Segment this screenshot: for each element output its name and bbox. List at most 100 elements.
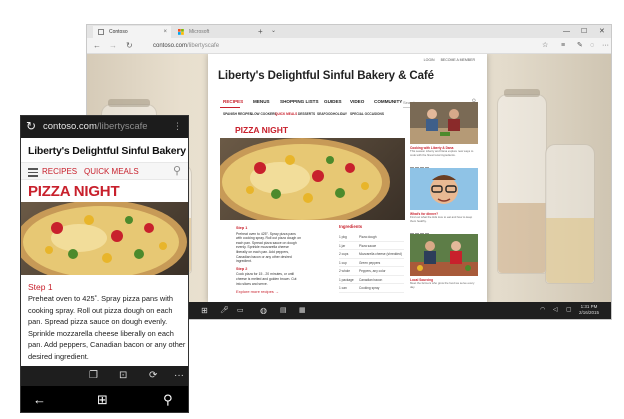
sidebar-card-kids[interactable] <box>410 168 478 211</box>
share-icon[interactable]: ◌ <box>590 38 594 54</box>
login-link[interactable]: LOGIN <box>424 58 435 62</box>
site-title[interactable]: Liberty's Delightful Sinful Bakery & Caf… <box>28 145 188 157</box>
share-icons <box>410 224 478 238</box>
minimize-button[interactable]: — <box>563 25 570 38</box>
ingredients-title: Ingredients <box>339 224 363 229</box>
subnav-slow-cookers[interactable]: SLOW COOKERS <box>250 112 277 116</box>
subnav-spanish[interactable]: SPANISH RECIPES <box>223 112 252 116</box>
ingredient-row: 1 pkg Pizza dough <box>339 233 404 242</box>
site-title[interactable]: Liberty's Delightful Sinful Bakery & Caf… <box>218 70 434 82</box>
web-note-icon[interactable]: ✎ <box>577 38 583 54</box>
explore-more-link[interactable]: Explore more recipes → <box>236 289 279 294</box>
back-icon[interactable]: ← <box>93 38 101 54</box>
maximize-button[interactable]: ☐ <box>581 25 587 38</box>
phone-nav-bar: ← ⊞ ⚲ <box>21 386 188 412</box>
reading-view-icon[interactable]: ⊡ <box>119 366 127 386</box>
hub-icon[interactable]: ≡ <box>561 38 565 54</box>
pizza-photo <box>21 202 188 275</box>
become-member-link[interactable]: BECOME A MEMBER <box>441 58 475 62</box>
new-tab-button[interactable]: + <box>258 25 263 38</box>
step1-title: Step 1 <box>236 226 248 230</box>
ingredient-row: 2 whole Peppers, any color <box>339 267 404 276</box>
sidebar-text: Meet the farmers who grow the food we se… <box>410 281 475 289</box>
nav-guides[interactable]: GUIDES <box>324 99 342 104</box>
phone-url-field[interactable]: contoso.com/libertyscafe <box>43 121 148 132</box>
subnav-special[interactable]: SPECIAL OCCASIONS <box>350 112 384 116</box>
subnav-seafood[interactable]: SEAFOOD <box>317 112 333 116</box>
ingredient-row: 1 jar Pizza sauce <box>339 242 404 250</box>
search-icon[interactable]: ⚲ <box>163 386 173 412</box>
pizza-photo <box>220 138 405 220</box>
nav-recipes[interactable]: RECIPES <box>223 99 243 104</box>
subnav-holiday[interactable]: HOLIDAY <box>333 112 347 116</box>
glass-jar-image <box>497 89 547 274</box>
subnav-desserts[interactable]: DESSERTS <box>298 112 315 116</box>
step1-title: Step 1 <box>28 282 53 292</box>
back-icon[interactable]: ← <box>33 386 46 412</box>
recipe-heading: PIZZA NIGHT <box>235 125 289 135</box>
more-icon[interactable]: ··· <box>602 38 609 54</box>
recipe-steps: Step 1 Preheat oven to 425°. Spray pizza… <box>236 226 301 289</box>
notification-icon[interactable]: ▢ <box>566 302 572 319</box>
phone-toolbar: ❐ ⊡ ⟳ ··· <box>21 366 188 386</box>
task-view-icon[interactable]: ▭ <box>237 302 244 319</box>
windows-start-icon[interactable]: ⊞ <box>97 386 108 412</box>
page-icon <box>98 29 104 35</box>
recipe-heading: PIZZA NIGHT <box>28 183 120 200</box>
nav-video[interactable]: VIDEO <box>350 99 364 104</box>
nav-active-underline <box>220 107 240 108</box>
tab-preview-button[interactable]: ⌄ <box>271 25 276 38</box>
share-icons <box>410 158 478 172</box>
step2-text: Cook pizza for 15 - 20 minutes, or until… <box>236 272 297 286</box>
search-icon[interactable]: ⚲ <box>173 164 181 177</box>
account-links: LOGIN BECOME A MEMBER <box>419 58 475 62</box>
phone-address-bar: ↻ contoso.com/libertyscafe ⋮ <box>21 116 188 138</box>
microsoft-logo-icon <box>178 29 184 35</box>
hamburger-menu-icon[interactable] <box>28 168 38 177</box>
forward-icon[interactable]: → <box>109 38 117 54</box>
wifi-icon[interactable]: ◠ <box>540 302 545 319</box>
nav-menus[interactable]: MENUS <box>253 99 270 104</box>
favorite-star-icon[interactable]: ☆ <box>542 38 548 54</box>
store-icon[interactable]: ▦ <box>299 302 306 319</box>
tab-label: Contoso <box>109 29 128 35</box>
address-bar: ← → ↻ contoso.com/libertyscafe ☆ ≡ ✎ ◌ ·… <box>87 38 611 54</box>
main-nav: RECIPES MENUS SHOPPING LISTS GUIDES VIDE… <box>220 99 410 108</box>
ingredient-row: 1 can Cooking spray <box>339 284 404 293</box>
refresh-icon[interactable]: ↻ <box>126 38 133 54</box>
more-icon[interactable]: ··· <box>174 366 184 386</box>
nav-shopping-lists[interactable]: SHOPPING LISTS <box>280 99 319 104</box>
subnav-quick-meals[interactable]: QUICK MEALS <box>275 112 297 116</box>
phone-browser-window: ↻ contoso.com/libertyscafe ⋮ Liberty's D… <box>20 115 189 413</box>
clock[interactable]: 1:31 PM 2/16/2015 <box>579 304 599 315</box>
sub-nav: SPANISH RECIPES SLOW COOKERS QUICK MEALS… <box>220 112 410 117</box>
ingredient-row: 1 package Canadian bacon <box>339 276 404 284</box>
sidebar-card-cooking[interactable] <box>410 102 478 144</box>
url-field[interactable]: contoso.com/libertyscafe <box>153 41 219 51</box>
nav-recipes[interactable]: RECIPES <box>42 165 77 178</box>
share-icon[interactable]: ⟳ <box>149 366 157 386</box>
step1-text: Preheat oven to 425°. Spray pizza pans w… <box>236 231 301 264</box>
step2-title: Step 2 <box>236 266 248 271</box>
sidebar-card-local[interactable] <box>410 234 478 277</box>
browser-icon[interactable]: ◍ <box>260 302 267 319</box>
address-menu-icon[interactable]: ⋮ <box>173 120 182 133</box>
ingredients-list: Ingredients 1 pkg Pizza dough 1 jar Pizza … <box>339 224 404 293</box>
tab-bar: Contoso × Microsoft + ⌄ — ☐ ✕ <box>87 25 611 38</box>
windows-start-icon[interactable]: ⊞ <box>201 302 208 319</box>
nav-community[interactable]: COMMUNITY <box>374 99 402 104</box>
tab-label: Microsoft <box>189 29 210 35</box>
cortana-mic-icon[interactable]: 🎤︎ <box>220 302 229 319</box>
nav-quick-meals[interactable]: QUICK MEALS <box>84 165 139 178</box>
volume-icon[interactable]: ◁ <box>553 302 558 319</box>
sidebar-column: Cooking with Liberty & Dana This season … <box>410 102 478 290</box>
tab-contoso[interactable]: Contoso × <box>93 26 171 38</box>
tabs-icon[interactable]: ❐ <box>89 366 98 386</box>
refresh-icon[interactable]: ↻ <box>26 119 36 134</box>
close-tab-icon[interactable]: × <box>163 26 167 38</box>
tab-microsoft[interactable]: Microsoft <box>173 26 253 38</box>
sidebar-text: Find out what the kids love to eat and h… <box>410 215 473 223</box>
close-window-button[interactable]: ✕ <box>599 25 605 38</box>
website-page: LOGIN BECOME A MEMBER Liberty's Delightf… <box>208 54 487 303</box>
file-explorer-icon[interactable]: ▤ <box>280 302 287 319</box>
